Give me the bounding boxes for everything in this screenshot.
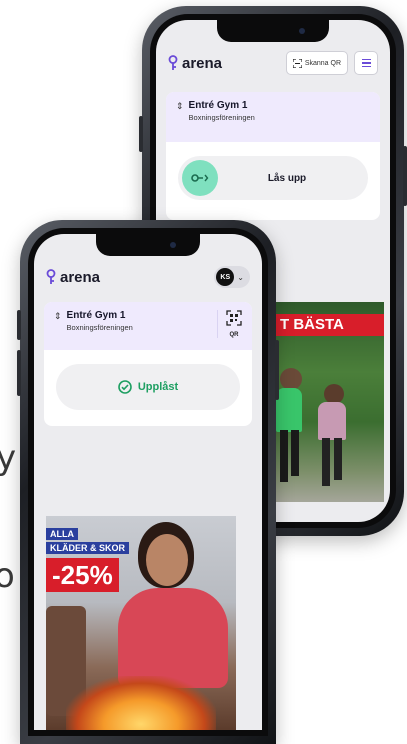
door-subtitle: Boxningsföreningen xyxy=(188,113,255,122)
runner-figure xyxy=(322,438,330,486)
promo-line-1: ALLA xyxy=(46,528,78,540)
check-circle-icon xyxy=(118,380,132,394)
up-down-chevron-icon: ⇕ xyxy=(176,101,184,111)
qr-button[interactable]: QR xyxy=(217,310,242,338)
promo-line-2: KLÄDER & SKOR xyxy=(46,542,130,554)
person-figure xyxy=(146,534,188,586)
unlock-slider[interactable]: Lås upp xyxy=(178,156,368,200)
door-title: Entré Gym 1 xyxy=(188,100,248,111)
promo-banner: T BÄSTA xyxy=(274,314,384,336)
unlocked-status: Upplåst xyxy=(56,364,240,410)
app-header: arena KS ⌄ xyxy=(34,260,262,294)
door-selector[interactable]: ⇕ Entré Gym 1 Boxningsföreningen QR xyxy=(44,302,252,350)
chevron-down-icon: ⌄ xyxy=(237,272,244,282)
qr-label: QR xyxy=(229,332,239,338)
key-icon xyxy=(191,174,209,182)
promo-discount: -25% xyxy=(46,558,119,592)
front-phone: arena KS ⌄ ⇕ Entré Gym 1 Boxningsförenin… xyxy=(17,220,279,744)
promo-image-runners[interactable]: T BÄSTA xyxy=(274,302,384,502)
arena-logo[interactable]: arena xyxy=(46,269,100,286)
runner-figure xyxy=(334,438,342,480)
runner-figure xyxy=(324,384,344,404)
hamburger-menu-icon[interactable] xyxy=(354,51,378,75)
promo-image-sale[interactable]: ALLA KLÄDER & SKOR -25% xyxy=(46,516,236,730)
edge-glyph-y: y xyxy=(0,438,17,478)
scan-qr-button[interactable]: Skanna QR xyxy=(285,51,348,75)
runner-figure xyxy=(280,430,288,482)
unlock-slider-handle[interactable] xyxy=(182,160,218,196)
scan-icon xyxy=(292,58,302,68)
door-card: ⇕ Entré Gym 1 Boxningsföreningen QR Uppl… xyxy=(44,302,252,426)
person-figure xyxy=(118,588,228,688)
logo-text: arena xyxy=(182,54,223,72)
door-card: ⇕ Entré Gym 1 Boxningsföreningen Lås upp xyxy=(166,92,380,220)
door-selector[interactable]: ⇕ Entré Gym 1 Boxningsföreningen xyxy=(166,92,380,142)
runner-figure xyxy=(276,388,302,432)
up-down-chevron-icon: ⇕ xyxy=(54,311,62,321)
edge-glyph-o: o xyxy=(0,556,15,596)
logo-text: arena xyxy=(60,268,101,286)
qr-code-icon xyxy=(226,310,242,326)
front-phone-screen: arena KS ⌄ ⇕ Entré Gym 1 Boxningsförenin… xyxy=(34,234,262,730)
runner-figure xyxy=(291,430,299,476)
campfire-flames xyxy=(66,676,216,730)
scan-qr-label: Skanna QR xyxy=(304,59,341,67)
runner-figure xyxy=(280,368,302,390)
arena-pin-icon xyxy=(46,269,56,284)
app-header: arena Skanna QR xyxy=(156,46,390,80)
avatar: KS xyxy=(216,268,235,286)
account-menu-button[interactable]: KS ⌄ xyxy=(214,266,250,288)
door-subtitle: Boxningsföreningen xyxy=(66,323,133,332)
runner-figure xyxy=(318,402,346,440)
door-title: Entré Gym 1 xyxy=(66,310,126,321)
arena-logo[interactable]: arena xyxy=(168,55,222,72)
unlocked-label: Upplåst xyxy=(137,381,179,393)
arena-pin-icon xyxy=(168,55,178,70)
